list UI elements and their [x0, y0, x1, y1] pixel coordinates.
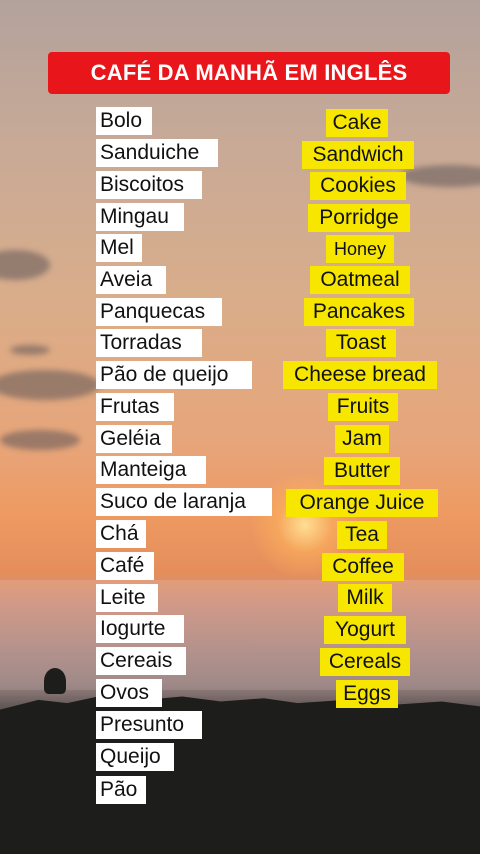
cloud [0, 370, 100, 400]
english-word: Jam [335, 425, 389, 453]
portuguese-word: Manteiga [96, 456, 206, 484]
page-title: CAFÉ DA MANHÃ EM INGLÊS [48, 52, 450, 94]
portuguese-word: Café [96, 552, 154, 580]
portuguese-word: Geléia [96, 425, 172, 453]
portuguese-word: Sanduiche [96, 139, 218, 167]
english-word: Cheese bread [283, 361, 437, 389]
english-word: Sandwich [302, 141, 414, 169]
cloud [0, 430, 80, 450]
english-word: Cereals [320, 648, 410, 676]
portuguese-word: Pão de queijo [96, 361, 252, 389]
portuguese-word: Torradas [96, 329, 202, 357]
english-word: Butter [324, 457, 400, 485]
english-word: Eggs [336, 680, 398, 708]
portuguese-word: Aveia [96, 266, 166, 294]
english-word: Cake [326, 109, 388, 137]
portuguese-word: Panquecas [96, 298, 222, 326]
english-word: Porridge [308, 204, 410, 232]
hills-silhouette [0, 694, 480, 854]
portuguese-word: Chá [96, 520, 146, 548]
english-word: Fruits [328, 393, 398, 421]
portuguese-word: Presunto [96, 711, 202, 739]
english-word: Toast [326, 329, 396, 357]
english-word: Honey [326, 235, 394, 263]
portuguese-word: Queijo [96, 743, 174, 771]
portuguese-word: Ovos [96, 679, 162, 707]
portuguese-word: Pão [96, 776, 146, 804]
portuguese-word: Leite [96, 584, 158, 612]
portuguese-word: Bolo [96, 107, 152, 135]
english-word: Cookies [310, 172, 406, 200]
cloud [0, 250, 50, 280]
english-word: Coffee [322, 553, 404, 581]
portuguese-word: Biscoitos [96, 171, 202, 199]
english-word: Pancakes [304, 298, 414, 326]
english-word: Tea [337, 521, 387, 549]
portuguese-word: Suco de laranja [96, 488, 272, 516]
tree [44, 668, 66, 694]
english-word: Orange Juice [286, 489, 438, 517]
english-word: Oatmeal [310, 266, 410, 294]
english-word: Yogurt [324, 616, 406, 644]
portuguese-word: Mel [96, 234, 142, 262]
portuguese-word: Iogurte [96, 615, 184, 643]
english-word: Milk [338, 584, 392, 612]
portuguese-word: Frutas [96, 393, 174, 421]
portuguese-word: Mingau [96, 203, 184, 231]
portuguese-word: Cereais [96, 647, 186, 675]
cloud [10, 345, 50, 355]
